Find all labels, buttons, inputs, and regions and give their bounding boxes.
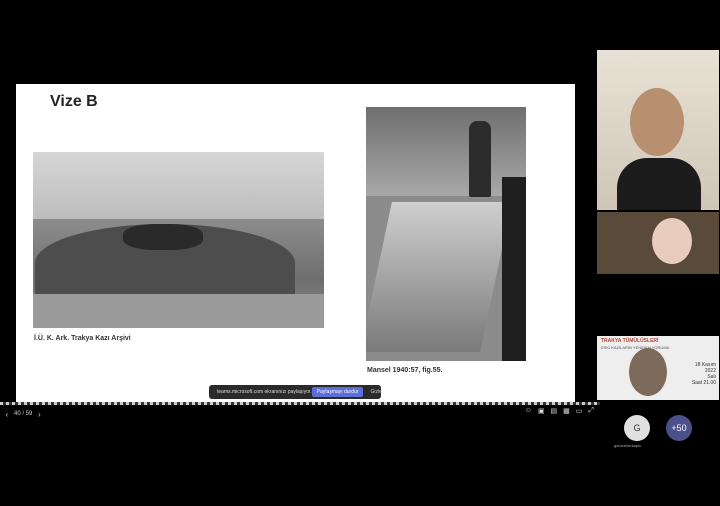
participant-avatar[interactable]: G <box>624 415 650 441</box>
chevron-right-icon[interactable]: › <box>32 410 46 419</box>
chevron-left-icon[interactable]: ‹ <box>0 410 14 419</box>
page-indicator: 40 / 59 <box>14 411 33 417</box>
excavation-photo-trench <box>366 107 526 361</box>
video-tile-participant-3[interactable]: TRAKYA TÜMÜLÜSLERİ ESKİ KAZILARIN YENİDE… <box>597 336 719 400</box>
fullscreen-icon[interactable]: ⤢ <box>588 407 594 415</box>
excavation-photo-mound <box>33 152 324 328</box>
notes-icon[interactable]: ▤ <box>551 407 558 415</box>
slide-toolbar: ☺ ▣ ▤ ▦ ▭ ⤢ <box>525 407 594 415</box>
video-tile-participant-1[interactable] <box>597 50 719 210</box>
stop-sharing-button[interactable]: Paylaşmayı durdur <box>311 387 364 397</box>
reaction-icon[interactable]: ☺ <box>525 407 532 415</box>
screen-share-bar: teams.microsoft.com ekranınızı paylaşıyo… <box>209 385 382 399</box>
poster-date: 18 Kasım 2022 Salı Saat 21.00 <box>691 362 716 386</box>
chat-icon[interactable]: ▣ <box>538 407 545 415</box>
slide-title: Vize B <box>50 93 98 110</box>
slide-navigation: ‹ 40 / 59 › <box>0 405 600 423</box>
photo-caption-left: İ.Ü. K. Ark. Trakya Kazı Arşivi <box>34 335 131 342</box>
poster-subtitle: ESKİ KAZILARIN YENİDEN YORUMU <box>601 345 670 350</box>
poster-title: TRAKYA TÜMÜLÜSLERİ <box>601 338 659 344</box>
hide-button[interactable]: Gizle <box>366 387 385 397</box>
presentation-slide: Vize B İ.Ü. K. Ark. Trakya Kazı Arşivi M… <box>16 84 575 402</box>
video-tile-participant-2[interactable] <box>597 212 719 274</box>
grid-icon[interactable]: ▦ <box>563 407 570 415</box>
share-status-text: teams.microsoft.com ekranınızı paylaşıyo… <box>217 389 312 395</box>
layout-icon[interactable]: ▭ <box>576 407 583 415</box>
photo-caption-right: Mansel 1940:57, fig.55. <box>367 367 443 374</box>
participant-name: gamzekorkaplu <box>614 443 642 448</box>
more-participants-badge[interactable]: +50 <box>666 415 692 441</box>
